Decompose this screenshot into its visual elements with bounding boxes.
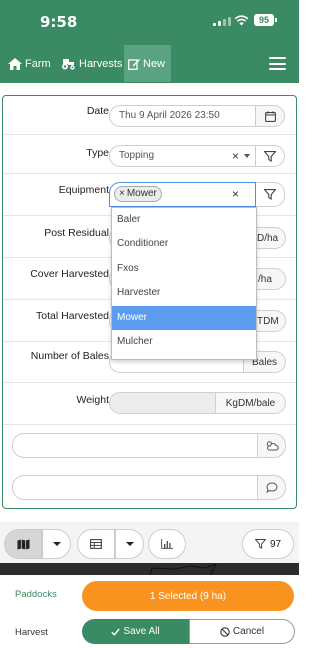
notes-input[interactable] — [12, 433, 258, 458]
caret-down-icon — [52, 542, 61, 546]
wifi-icon — [234, 15, 249, 26]
weight-unit: KgDM/bale — [216, 392, 286, 414]
dropdown-option[interactable]: Harvester — [112, 281, 256, 305]
dropdown-option[interactable]: Conditioner — [112, 232, 256, 256]
equipment-clear-icon[interactable]: × — [232, 184, 239, 204]
filter-count: 97 — [269, 538, 282, 550]
signal-icon — [213, 16, 231, 26]
filter-icon — [264, 150, 276, 162]
map-view-dropdown[interactable] — [42, 529, 71, 559]
post-residual-unit: D/ha — [256, 227, 286, 249]
caret-down-icon — [125, 542, 134, 546]
equipment-dropdown: Baler Conditioner Fxos Harvester Mower M… — [111, 207, 257, 360]
save-all-label: Save All — [123, 626, 160, 637]
chevron-down-icon — [244, 154, 250, 158]
status-bar: 9:58 95 — [0, 0, 299, 44]
equipment-label: Equipment — [58, 184, 109, 196]
check-icon — [111, 628, 121, 636]
cancel-button[interactable]: Cancel — [189, 619, 295, 644]
equipment-filter-button[interactable] — [256, 182, 285, 207]
cancel-label: Cancel — [232, 626, 265, 637]
bar-chart-icon — [161, 539, 173, 549]
nav-harvests[interactable]: Harvests — [57, 45, 126, 82]
battery-icon: 95 — [254, 14, 277, 26]
chat-icon — [265, 482, 278, 493]
home-icon — [8, 57, 22, 70]
nav-harvests-label: Harvests — [79, 57, 123, 70]
tag-remove-icon[interactable]: × — [119, 187, 125, 201]
weather-icon — [266, 441, 279, 451]
comment-input[interactable] — [12, 475, 258, 500]
status-time: 9:58 — [40, 13, 78, 31]
weight-input[interactable] — [109, 392, 216, 414]
tractor-icon — [62, 58, 75, 70]
map-preview[interactable] — [0, 563, 299, 577]
nav-farm[interactable]: Farm — [4, 45, 55, 82]
calendar-icon — [264, 110, 276, 122]
selected-paddocks-button[interactable]: 1 Selected (9 ha) — [82, 581, 294, 611]
nav-new[interactable]: New — [124, 45, 171, 82]
edit-icon — [128, 58, 140, 70]
type-filter-button[interactable] — [256, 145, 285, 167]
map-icon — [17, 539, 29, 549]
nav-farm-label: Farm — [25, 57, 51, 70]
filter-count-button[interactable]: 97 — [242, 529, 294, 559]
dropdown-option[interactable]: Baler — [112, 208, 256, 232]
filter-icon — [264, 189, 276, 200]
dropdown-option-selected[interactable]: Mower — [112, 305, 256, 330]
filter-icon — [254, 539, 266, 549]
save-all-button[interactable]: Save All — [82, 619, 189, 644]
harvest-label: Harvest — [15, 627, 48, 638]
comment-button[interactable] — [258, 475, 286, 500]
type-select[interactable]: Topping × — [109, 145, 256, 167]
type-label: Type — [86, 147, 109, 159]
map-view-button[interactable] — [4, 529, 42, 559]
paddocks-label: Paddocks — [15, 589, 57, 600]
top-navbar: Farm Harvests New — [0, 44, 299, 83]
weather-button[interactable] — [258, 433, 286, 458]
weight-label: Weight — [76, 394, 110, 406]
number-of-bales-label: Number of Bales — [30, 350, 109, 362]
type-value: Topping — [119, 150, 155, 161]
equipment-tag[interactable]: × Mower — [114, 186, 162, 202]
table-view-dropdown[interactable] — [115, 529, 144, 559]
dropdown-option[interactable]: Mulcher — [112, 330, 256, 354]
table-icon — [90, 539, 102, 549]
ban-icon — [220, 626, 230, 637]
cover-harvested-unit: /ha — [256, 268, 286, 290]
chart-view-button[interactable] — [148, 529, 186, 559]
date-label: Date — [86, 105, 109, 117]
nav-new-label: New — [143, 57, 166, 70]
total-harvested-unit: TDM — [256, 310, 286, 332]
table-view-button[interactable] — [77, 529, 115, 559]
cover-harvested-label: Cover Harvested — [30, 268, 109, 280]
type-clear-icon[interactable]: × — [232, 146, 239, 166]
post-residual-label: Post Residual — [44, 227, 109, 239]
menu-icon[interactable] — [269, 57, 286, 70]
calendar-button[interactable] — [256, 105, 285, 127]
total-harvested-label: Total Harvested — [36, 310, 109, 322]
tag-label: Mower — [126, 188, 157, 199]
date-field[interactable]: Thu 9 April 2026 23:50 — [109, 105, 256, 127]
dropdown-option[interactable]: Fxos — [112, 257, 256, 281]
